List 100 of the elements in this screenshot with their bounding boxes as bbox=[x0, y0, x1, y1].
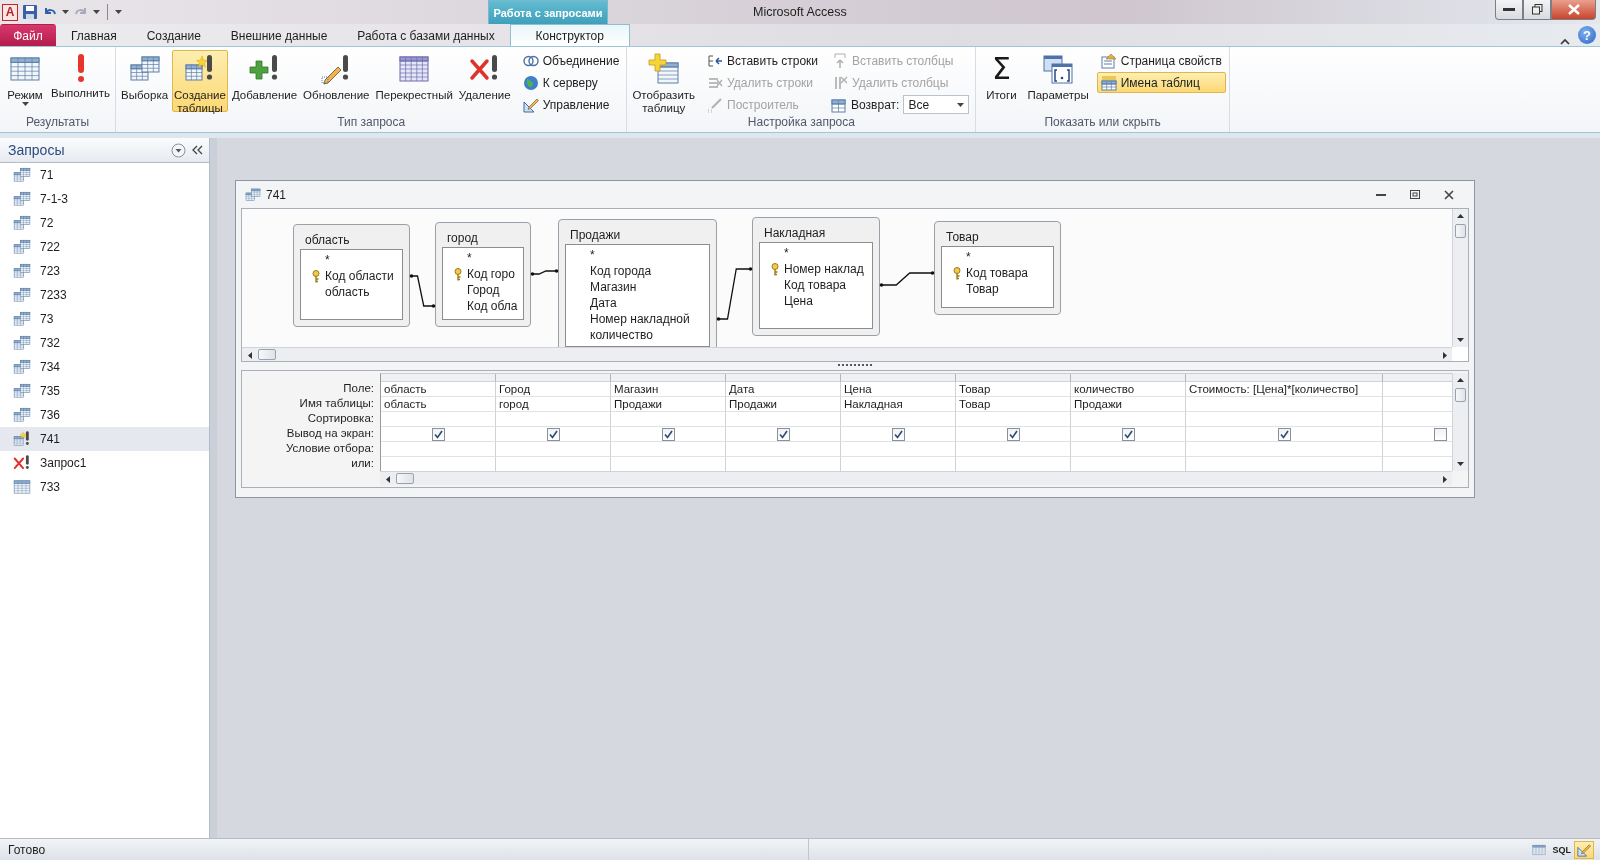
scroll-thumb[interactable] bbox=[1455, 224, 1466, 238]
nav-item[interactable]: 735 bbox=[0, 379, 209, 403]
grid-cell[interactable] bbox=[726, 442, 841, 457]
grid-cell[interactable]: Стоимость: [Цена]*[количество] bbox=[1186, 382, 1383, 397]
grid-cell[interactable] bbox=[1186, 442, 1383, 457]
checkbox[interactable] bbox=[431, 427, 445, 441]
grid-cell[interactable] bbox=[726, 427, 841, 442]
nav-item[interactable]: 736 bbox=[0, 403, 209, 427]
grid-cell[interactable]: область bbox=[381, 397, 496, 412]
grid-cell[interactable] bbox=[381, 442, 496, 457]
table-box[interactable]: Накладная * Номер наклад Код товара Цена bbox=[752, 217, 880, 336]
arrow-right-icon[interactable] bbox=[1442, 351, 1447, 359]
nav-item[interactable]: 732 bbox=[0, 331, 209, 355]
grid-cell[interactable] bbox=[496, 427, 611, 442]
table-box[interactable]: город * Код горо Город Код обла bbox=[435, 222, 531, 327]
checkbox[interactable] bbox=[891, 427, 905, 441]
ribbon-tab[interactable]: Внешние данные bbox=[215, 24, 343, 46]
nav-item[interactable]: 7-1-3 bbox=[0, 187, 209, 211]
grid-cell[interactable]: Дата bbox=[726, 382, 841, 397]
grid-cell[interactable] bbox=[611, 412, 726, 427]
nav-item[interactable]: 741 bbox=[0, 427, 209, 451]
join-line[interactable] bbox=[879, 271, 935, 287]
grid-cell[interactable] bbox=[1071, 412, 1186, 427]
table-box[interactable]: Товар * Код товара Товар bbox=[934, 221, 1061, 315]
view-button[interactable] bbox=[1574, 840, 1594, 859]
ribbon-button[interactable]: Управление bbox=[518, 94, 624, 115]
ribbon-button[interactable]: Обновление bbox=[301, 50, 372, 112]
ribbon-tab[interactable]: Конструктор bbox=[509, 24, 630, 46]
ribbon-button[interactable]: Перекрестный bbox=[373, 50, 455, 112]
nav-item[interactable]: Запрос1 bbox=[0, 451, 209, 475]
grid-cell[interactable] bbox=[381, 427, 496, 442]
ribbon-button[interactable]: Страница свойств bbox=[1096, 50, 1226, 71]
arrow-left-icon[interactable] bbox=[385, 475, 390, 483]
close-button[interactable] bbox=[1551, 0, 1596, 20]
checkbox[interactable] bbox=[1433, 427, 1447, 441]
checkbox[interactable] bbox=[776, 427, 790, 441]
checkbox[interactable] bbox=[546, 427, 560, 441]
collapse-icon[interactable] bbox=[192, 145, 203, 155]
join-line[interactable] bbox=[530, 269, 559, 276]
grid-cell[interactable]: Товар bbox=[956, 382, 1071, 397]
table-box[interactable]: Продажи * Код города Магазин Дата Номер накладной количество bbox=[558, 219, 717, 347]
grid-cell[interactable] bbox=[841, 412, 956, 427]
ribbon-button[interactable]: Режим bbox=[3, 50, 47, 112]
ribbon-button[interactable]: К серверу bbox=[518, 72, 624, 93]
grid-cell[interactable]: Продажи bbox=[611, 397, 726, 412]
grid-cell[interactable]: город bbox=[496, 397, 611, 412]
grid-cell[interactable]: область bbox=[381, 382, 496, 397]
arrow-left-icon[interactable] bbox=[247, 351, 252, 359]
grid-cell[interactable] bbox=[956, 412, 1071, 427]
nav-item[interactable]: 7233 bbox=[0, 283, 209, 307]
arrow-up-icon[interactable] bbox=[1457, 214, 1464, 218]
grid-cell[interactable] bbox=[1186, 397, 1383, 412]
grid-cell[interactable]: Продажи bbox=[726, 397, 841, 412]
ribbon-tab[interactable]: Создание bbox=[131, 24, 216, 46]
checkbox[interactable] bbox=[661, 427, 675, 441]
grid-cell[interactable]: количество bbox=[1071, 382, 1186, 397]
grid-cell[interactable] bbox=[956, 427, 1071, 442]
scroll-thumb[interactable] bbox=[1455, 388, 1466, 402]
table-box[interactable]: область * Код области область bbox=[293, 224, 410, 327]
view-button[interactable]: SQL bbox=[1549, 840, 1574, 859]
checkbox[interactable] bbox=[1277, 427, 1291, 441]
grid-cell[interactable] bbox=[496, 442, 611, 457]
nav-item[interactable]: 723 bbox=[0, 259, 209, 283]
arrow-up-icon[interactable] bbox=[1457, 378, 1464, 382]
checkbox[interactable] bbox=[1121, 427, 1135, 441]
grid-cell[interactable] bbox=[1186, 412, 1383, 427]
scrollbar[interactable] bbox=[1452, 373, 1468, 471]
grid-cell[interactable] bbox=[956, 442, 1071, 457]
ribbon-button[interactable]: Вставить строки bbox=[703, 50, 823, 71]
ribbon-button[interactable]: Параметры bbox=[1025, 50, 1091, 112]
ribbon-tab[interactable]: Главная bbox=[56, 24, 132, 46]
grid-cell[interactable] bbox=[611, 427, 726, 442]
minimize-button[interactable] bbox=[1495, 0, 1523, 20]
nav-item[interactable]: 72 bbox=[0, 211, 209, 235]
ribbon-button[interactable]: Удаление bbox=[456, 50, 513, 112]
ribbon-button[interactable]: Отобразить таблицу bbox=[630, 50, 698, 112]
scrollbar[interactable] bbox=[242, 347, 1452, 361]
return-dropdown[interactable]: Все bbox=[903, 95, 970, 114]
nav-item[interactable]: 71 bbox=[0, 163, 209, 187]
nav-item[interactable]: 73 bbox=[0, 307, 209, 331]
grid-cell[interactable] bbox=[496, 412, 611, 427]
ribbon-button[interactable]: Выполнить bbox=[49, 50, 113, 112]
nav-item[interactable]: 733 bbox=[0, 475, 209, 499]
save-icon[interactable] bbox=[22, 4, 38, 20]
nav-item[interactable]: 734 bbox=[0, 355, 209, 379]
scrollbar[interactable] bbox=[1452, 209, 1468, 347]
splitter-grip[interactable] bbox=[838, 364, 872, 368]
ribbon-button[interactable]: Выборка bbox=[119, 50, 171, 112]
ribbon-button[interactable]: Объединение bbox=[518, 50, 624, 71]
grid-cell[interactable]: Накладная bbox=[841, 397, 956, 412]
grid-cell[interactable]: Товар bbox=[956, 397, 1071, 412]
scroll-thumb[interactable] bbox=[396, 473, 414, 484]
ribbon-button[interactable]: Добавление bbox=[229, 50, 300, 112]
dropdown-icon[interactable] bbox=[171, 142, 186, 158]
grid-cell[interactable] bbox=[381, 412, 496, 427]
grid-cell[interactable] bbox=[1071, 442, 1186, 457]
join-line[interactable] bbox=[409, 274, 436, 308]
restore-button[interactable] bbox=[1523, 0, 1551, 20]
scrollbar[interactable] bbox=[380, 471, 1452, 485]
arrow-down-icon[interactable] bbox=[1457, 338, 1464, 342]
